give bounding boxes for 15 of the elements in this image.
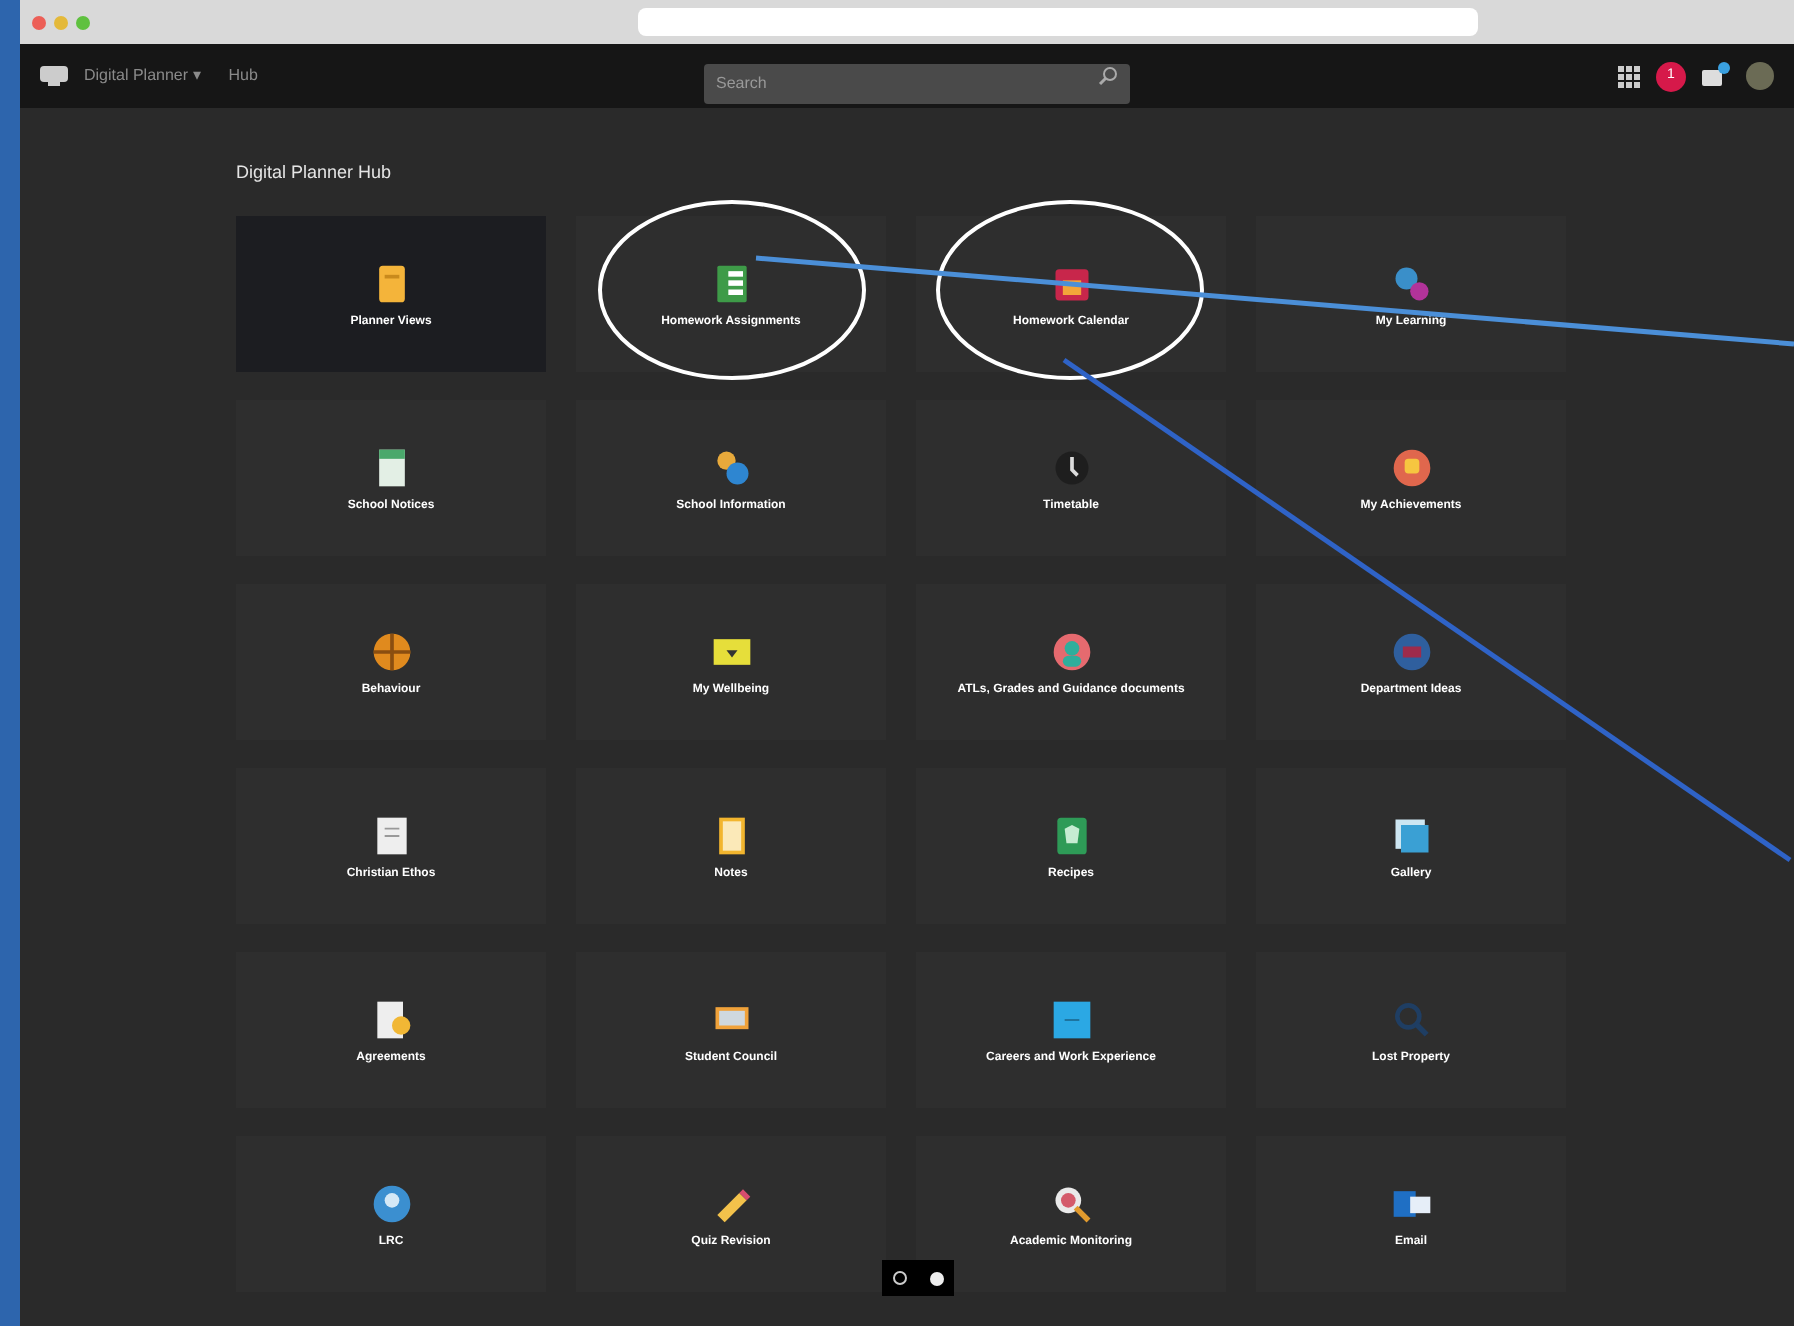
app-logo-icon [40,66,68,86]
search-icon [1098,66,1118,86]
app-menu[interactable]: Digital Planner ▾ [84,64,201,88]
dot-icon[interactable] [929,1271,944,1285]
magnifier-icon [1389,997,1433,1041]
user-circle-icon [369,1181,413,1225]
circle-icon[interactable] [892,1270,909,1286]
person-icon [1049,629,1093,673]
hub-link[interactable]: Hub [228,64,258,88]
avatar[interactable] [1746,62,1774,90]
page-title: Digital Planner Hub [236,160,394,186]
window-close-icon[interactable] [32,15,46,29]
search-field[interactable]: Search [704,63,1130,103]
grid-icon[interactable] [1618,65,1640,87]
square-icon [1049,997,1093,1041]
